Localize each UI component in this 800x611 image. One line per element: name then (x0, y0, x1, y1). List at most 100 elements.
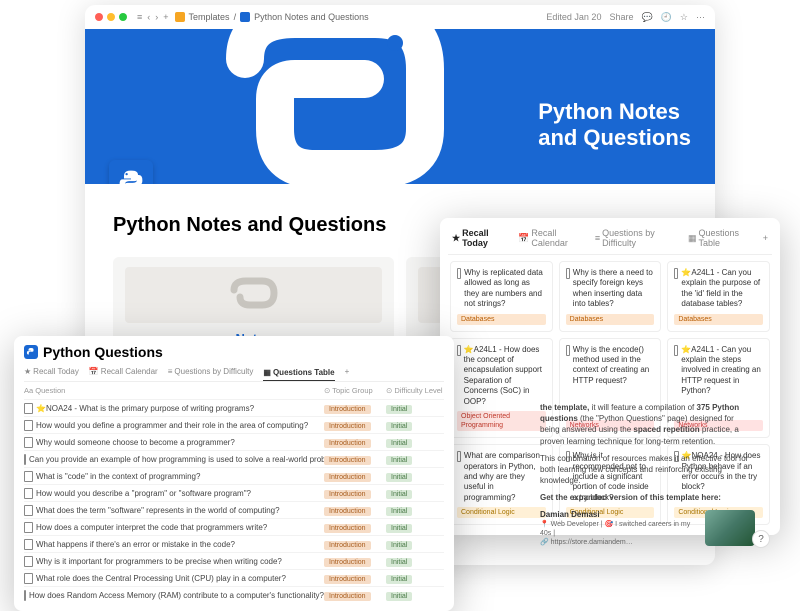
topic-pill: Introduction (324, 592, 371, 601)
doc-icon (24, 556, 33, 567)
python-icon (24, 345, 38, 359)
difficulty-pill: Initial (386, 507, 412, 516)
table-row[interactable]: Why would someone choose to become a pro… (24, 433, 444, 450)
star-icon[interactable]: ☆ (680, 12, 688, 23)
recall-card[interactable]: ⭐A24L1 - How does the concept of encapsu… (450, 338, 553, 439)
menu-icon[interactable]: ≡ (137, 12, 142, 22)
share-button[interactable]: Share (609, 12, 633, 22)
tab-recall-today[interactable]: ★ Recall Today (452, 228, 508, 248)
topic-tag: Conditional Logic (457, 507, 546, 518)
qt-recall-calendar[interactable]: 📅 Recall Calendar (89, 367, 158, 376)
new-icon[interactable]: + (163, 12, 168, 22)
doc-icon (24, 505, 33, 516)
doc-icon (24, 590, 26, 601)
nav-icons: ≡ ‹ › + (137, 12, 169, 22)
qtable-title: Python Questions (24, 344, 444, 360)
clock-icon[interactable]: 🕘 (661, 12, 672, 23)
table-row[interactable]: How does Random Access Memory (RAM) cont… (24, 586, 444, 603)
difficulty-pill: Initial (386, 490, 412, 499)
maximize-dot[interactable] (119, 13, 127, 21)
topic-pill: Introduction (324, 456, 371, 465)
back-icon[interactable]: ‹ (147, 12, 150, 22)
bc-page: Python Notes and Questions (254, 12, 369, 22)
notes-card-image (125, 267, 382, 323)
close-dot[interactable] (95, 13, 103, 21)
qt-questions-table[interactable]: ▦ Questions Table (263, 367, 334, 381)
breadcrumb[interactable]: Templates / Python Notes and Questions (175, 12, 369, 22)
table-row[interactable]: ⭐NOA24 - What is the primary purpose of … (24, 399, 444, 416)
minimize-dot[interactable] (107, 13, 115, 21)
topic-tag: Databases (674, 314, 763, 325)
templates-icon (175, 12, 185, 22)
table-row[interactable]: What role does the Central Processing Un… (24, 569, 444, 586)
table-row[interactable]: What does the term "software" represents… (24, 501, 444, 518)
titlebar-right: Edited Jan 20 Share 💬 🕘 ☆ ⋯ (546, 12, 705, 23)
topic-pill: Introduction (324, 575, 371, 584)
topic-pill: Introduction (324, 422, 371, 431)
titlebar: ≡ ‹ › + Templates / Python Notes and Que… (85, 5, 715, 29)
qt-by-difficulty[interactable]: ≡ Questions by Difficulty (168, 367, 254, 376)
doc-icon (566, 268, 570, 279)
help-button[interactable]: ? (752, 530, 770, 548)
doc-icon (674, 345, 678, 356)
doc-icon (24, 471, 33, 482)
difficulty-pill: Initial (386, 456, 412, 465)
topic-tag: Databases (457, 314, 546, 325)
bc-sep: / (234, 12, 237, 22)
author-photo (705, 510, 755, 546)
doc-icon (24, 403, 33, 414)
table-row[interactable]: Can you provide an example of how progra… (24, 450, 444, 467)
doc-icon (24, 539, 33, 550)
doc-icon (24, 573, 33, 584)
topic-pill: Introduction (324, 473, 371, 482)
tab-add[interactable]: + (763, 228, 768, 248)
topic-pill: Introduction (324, 541, 371, 550)
python-logo-badge (109, 160, 153, 184)
forward-icon[interactable]: › (155, 12, 158, 22)
banner-title: Python Notes and Questions (538, 99, 691, 152)
table-row[interactable]: What happens if there's an error or mist… (24, 535, 444, 552)
doc-icon (457, 345, 461, 356)
comment-icon[interactable]: 💬 (641, 12, 652, 23)
doc-icon (566, 345, 570, 356)
qtable-tabs: ★ Recall Today 📅 Recall Calendar ≡ Quest… (24, 364, 444, 382)
difficulty-pill: Initial (386, 439, 412, 448)
tab-by-difficulty[interactable]: ≡ Questions by Difficulty (595, 228, 678, 248)
difficulty-pill: Initial (386, 422, 412, 431)
difficulty-pill: Initial (386, 592, 412, 601)
difficulty-pill: Initial (386, 524, 412, 533)
doc-icon (457, 451, 461, 462)
tab-recall-calendar[interactable]: 📅 Recall Calendar (518, 228, 585, 248)
qt-add[interactable]: + (345, 367, 350, 376)
doc-icon (24, 454, 26, 465)
table-row[interactable]: Why is it important for programmers to b… (24, 552, 444, 569)
recall-card[interactable]: What are comparison operators in Python,… (450, 444, 553, 525)
bc-templates: Templates (189, 12, 230, 22)
qt-recall-today[interactable]: ★ Recall Today (24, 367, 79, 376)
edited-label: Edited Jan 20 (546, 12, 601, 22)
doc-icon (24, 437, 33, 448)
doc-icon (24, 420, 33, 431)
table-row[interactable]: How would you describe a "program" or "s… (24, 484, 444, 501)
topic-pill: Introduction (324, 439, 371, 448)
banner-line1: Python Notes (538, 99, 691, 125)
author-block[interactable]: Damian Demasi 📍 Web Developer | 🎯 I swit… (540, 510, 755, 548)
banner: Python Notes and Questions (85, 29, 715, 184)
more-icon[interactable]: ⋯ (696, 12, 705, 23)
traffic-lights (95, 13, 127, 21)
table-row[interactable]: What is "code" in the context of program… (24, 467, 444, 484)
banner-line2: and Questions (538, 125, 691, 151)
table-row[interactable]: How would you define a programmer and th… (24, 416, 444, 433)
topic-pill: Introduction (324, 490, 371, 499)
tab-questions-table[interactable]: ▦ Questions Table (688, 228, 753, 248)
topic-pill: Introduction (324, 524, 371, 533)
recall-card[interactable]: ⭐A24L1 - Can you explain the purpose of … (667, 261, 770, 332)
qtable-header: Aa Question ⊙ Topic Group ⊙ Difficulty L… (24, 382, 444, 399)
recall-card[interactable]: Why is there a need to specify foreign k… (559, 261, 662, 332)
difficulty-pill: Initial (386, 473, 412, 482)
recall-card[interactable]: Why is replicated data allowed as long a… (450, 261, 553, 332)
page-icon (240, 12, 250, 22)
table-row[interactable]: How does a computer interpret the code t… (24, 518, 444, 535)
doc-icon (674, 268, 678, 279)
topic-pill: Introduction (324, 507, 371, 516)
